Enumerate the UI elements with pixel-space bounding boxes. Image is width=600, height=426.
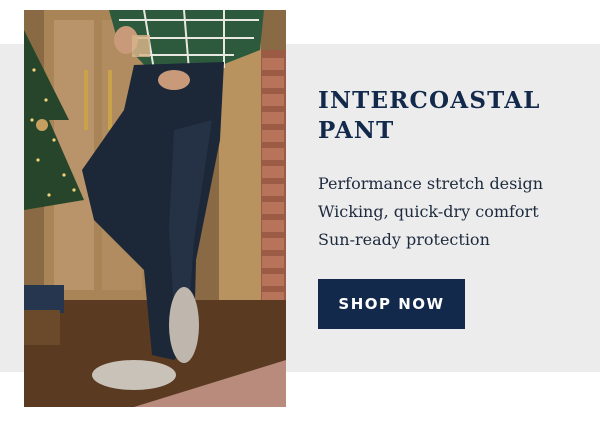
feature-item: Performance stretch design (318, 174, 544, 193)
feature-item: Sun-ready protection (318, 230, 490, 249)
feature-list: Performance stretch design Wicking, quic… (318, 170, 588, 254)
product-photo[interactable] (24, 10, 286, 407)
promo-text-panel: INTERCOASTAL PANT Performance stretch de… (318, 86, 588, 254)
pant-model-illustration (24, 10, 286, 407)
product-title: INTERCOASTAL PANT (318, 87, 541, 144)
feature-item: Wicking, quick-dry comfort (318, 202, 539, 221)
shop-now-button[interactable]: SHOP NOW (318, 279, 465, 329)
